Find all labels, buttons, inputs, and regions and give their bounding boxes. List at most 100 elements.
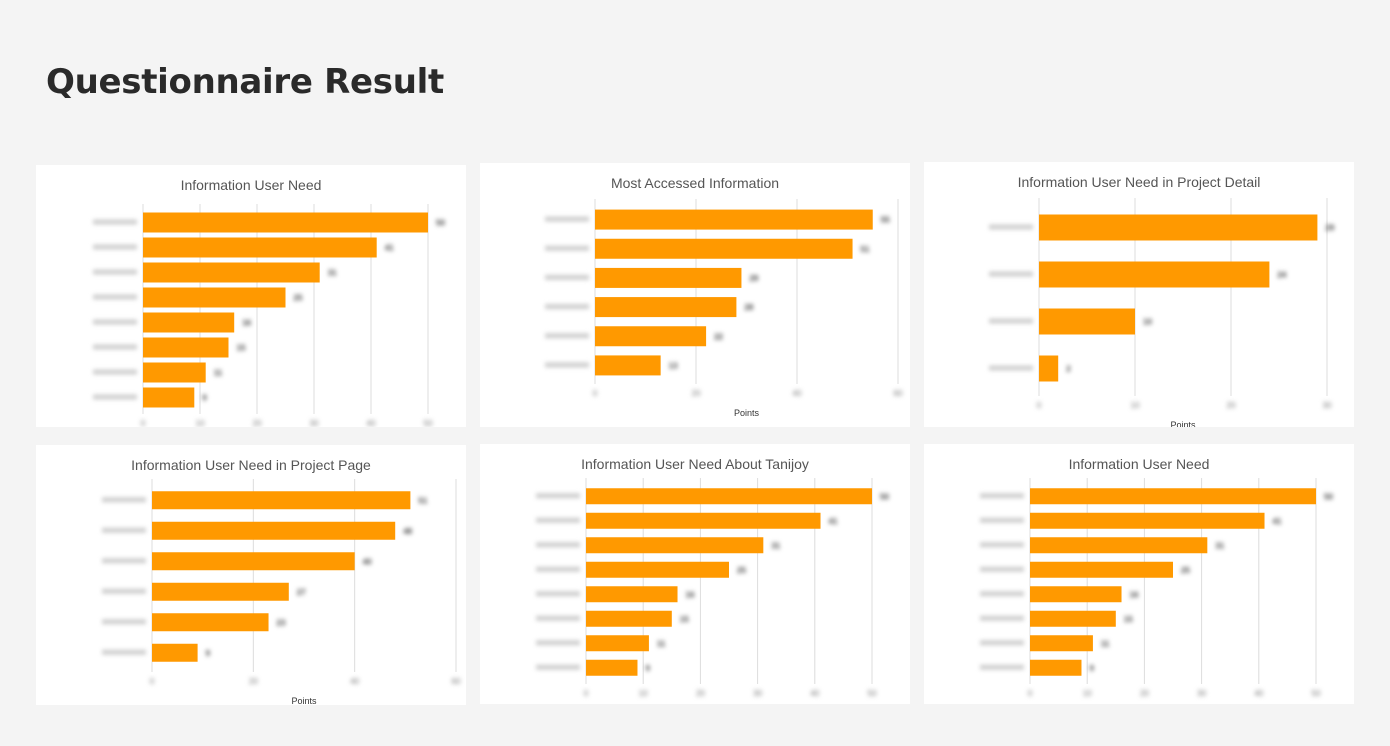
bar (1030, 586, 1122, 603)
data-label: 31 (328, 269, 337, 278)
tick-label: 40 (793, 389, 802, 398)
bar (1039, 308, 1135, 335)
data-label: 41 (1273, 517, 1282, 526)
data-label: 11 (1101, 639, 1110, 648)
tick-label: 30 (753, 689, 762, 698)
tick-label: 40 (810, 689, 819, 698)
category-label-mark (980, 542, 1024, 548)
bar-series: 50 41 31 25 16 15 11 9 (536, 488, 889, 676)
category-label-mark (93, 394, 137, 400)
data-label: 51 (861, 245, 870, 254)
bar (143, 337, 229, 358)
data-label: 27 (297, 588, 306, 597)
data-label: 22 (714, 332, 723, 341)
tick-label: 50 (424, 419, 433, 427)
bar (1030, 561, 1173, 578)
bar (143, 237, 377, 258)
chart-card: Information User Need 0 10 20 30 40 50 50 41 31 2… (36, 165, 466, 427)
bar (586, 512, 821, 529)
category-label-mark (980, 591, 1024, 597)
tick-label: 0 (1037, 401, 1042, 410)
category-label-mark (102, 649, 146, 655)
bar (152, 521, 396, 540)
data-label: 28 (744, 303, 753, 312)
category-label-mark (93, 219, 137, 225)
bar (586, 586, 678, 603)
bar (1030, 610, 1116, 627)
data-label: 31 (771, 541, 780, 550)
data-label: 16 (242, 319, 251, 328)
category-label-mark (102, 619, 146, 625)
tick-label: 30 (310, 419, 319, 427)
data-label: 9 (645, 664, 650, 673)
category-label-mark (989, 271, 1033, 277)
tick-label: 0 (150, 677, 155, 686)
tick-label: 20 (1140, 689, 1149, 698)
category-label-mark (980, 517, 1024, 523)
data-label: 25 (737, 566, 746, 575)
category-label-mark (536, 493, 580, 499)
tick-label: 20 (696, 689, 705, 698)
category-label-mark (536, 664, 580, 670)
tick-label: 40 (1254, 689, 1263, 698)
chart-card: Information User Need About Tanijoy 0 10 2… (480, 444, 910, 704)
tick-label: 60 (452, 677, 461, 686)
tick-label: 20 (253, 419, 262, 427)
category-label-mark (989, 318, 1033, 324)
bar-chart: 01020304050504131251615119Points (980, 478, 1333, 698)
bar (1039, 261, 1270, 288)
category-label-mark (980, 566, 1024, 572)
data-label: 15 (1124, 615, 1133, 624)
category-label-mark (93, 294, 137, 300)
bar-chart: 01020304050504131251615119Points (536, 478, 889, 698)
bar (143, 262, 320, 283)
category-label-mark (102, 588, 146, 594)
data-label: 41 (385, 244, 394, 253)
bar (586, 635, 649, 652)
x-axis-title: Points (291, 696, 317, 705)
bar (1030, 659, 1082, 676)
bar (586, 561, 729, 578)
data-label: 50 (1324, 492, 1333, 501)
data-label: 2 (1066, 365, 1071, 374)
data-label: 16 (686, 590, 695, 599)
bar (586, 537, 764, 554)
tick-label: 60 (894, 389, 903, 398)
category-label-mark (93, 269, 137, 275)
bar (586, 488, 872, 505)
bar-series: 29 24 10 2 (989, 214, 1335, 382)
data-label: 24 (1277, 271, 1286, 280)
bar (595, 209, 873, 230)
category-label-mark (102, 497, 146, 503)
tick-label: 30 (1323, 401, 1332, 410)
bar (595, 297, 737, 318)
data-label: 48 (403, 527, 412, 536)
tick-label: 20 (692, 389, 701, 398)
data-label: 10 (1143, 318, 1152, 327)
bar (1039, 214, 1318, 241)
data-label: 29 (1325, 224, 1334, 233)
category-label-mark (536, 640, 580, 646)
bar-series: 55 51 29 28 22 13 (545, 209, 890, 376)
category-label-mark (545, 245, 589, 251)
bar (152, 582, 289, 601)
data-label: 23 (277, 618, 286, 627)
tick-label: 50 (1312, 689, 1321, 698)
bar (152, 491, 411, 510)
chart-card: Information User Need in Project Detail … (924, 162, 1354, 427)
data-label: 11 (657, 639, 666, 648)
data-label: 9 (202, 394, 207, 403)
category-label-mark (980, 664, 1024, 670)
data-label: 13 (669, 361, 678, 370)
category-label-mark (536, 591, 580, 597)
bar-series: 50 41 31 25 16 15 11 9 (93, 212, 445, 408)
tick-label: 10 (196, 419, 205, 427)
category-label-mark (980, 615, 1024, 621)
bar (595, 355, 661, 376)
tick-label: 20 (1227, 401, 1236, 410)
bar-chart: 0 20 40 60 55 51 29 28 22 13 Points (545, 199, 903, 418)
category-label-mark (536, 542, 580, 548)
bar (595, 238, 853, 259)
data-label: 50 (436, 219, 445, 228)
data-label: 51 (418, 496, 427, 505)
